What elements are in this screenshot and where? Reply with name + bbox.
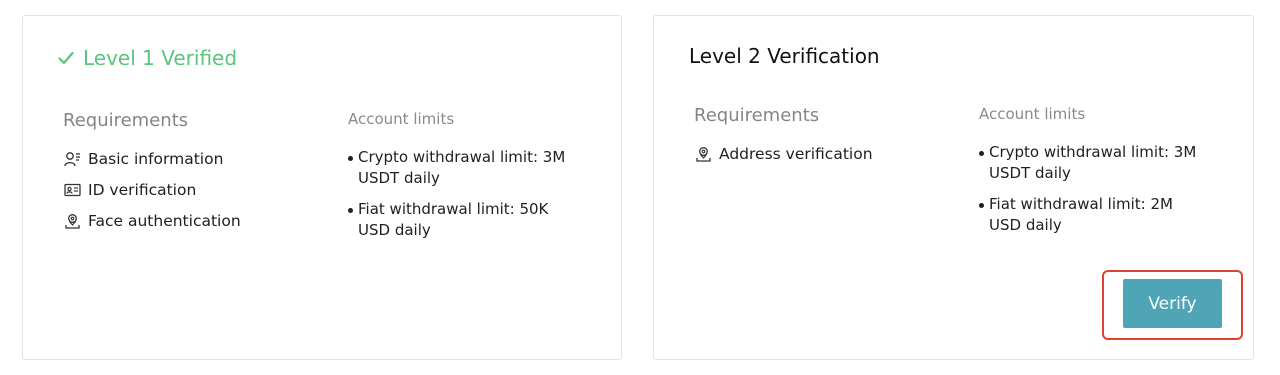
level-1-requirements-heading: Requirements: [63, 110, 189, 131]
level-2-requirements-heading: Requirements: [694, 105, 820, 126]
requirement-address-verification: Address verification: [694, 145, 873, 163]
requirement-face-authentication: Face authentication: [63, 212, 241, 230]
limit-text: Crypto withdrawal limit: 3M USDT daily: [989, 143, 1197, 182]
verify-button[interactable]: Verify: [1123, 279, 1222, 328]
face-location-icon: [63, 213, 81, 229]
level-2-title: Level 2 Verification: [689, 44, 880, 68]
check-icon: [58, 51, 74, 65]
id-card-icon: [63, 182, 81, 198]
level-1-limits-heading: Account limits: [348, 110, 455, 128]
level-2-limit-fiat: Fiat withdrawal limit: 2M USD daily: [979, 194, 1209, 236]
limit-text: Fiat withdrawal limit: 50K USD daily: [358, 200, 549, 239]
limit-text: Crypto withdrawal limit: 3M USDT daily: [358, 148, 566, 187]
requirement-label: Face authentication: [88, 212, 241, 230]
level-1-limit-crypto: Crypto withdrawal limit: 3M USDT daily: [348, 147, 578, 189]
location-pin-icon: [694, 146, 712, 162]
level-2-limits-heading: Account limits: [979, 105, 1086, 123]
level-2-limit-crypto: Crypto withdrawal limit: 3M USDT daily: [979, 142, 1209, 184]
requirement-label: ID verification: [88, 181, 197, 199]
level-1-limit-fiat: Fiat withdrawal limit: 50K USD daily: [348, 199, 578, 241]
user-info-icon: [63, 151, 81, 167]
level-1-title: Level 1 Verified: [58, 46, 237, 70]
requirement-label: Address verification: [719, 145, 873, 163]
requirement-basic-information: Basic information: [63, 150, 223, 168]
level-1-title-text: Level 1 Verified: [83, 46, 238, 70]
requirement-id-verification: ID verification: [63, 181, 196, 199]
limit-text: Fiat withdrawal limit: 2M USD daily: [989, 195, 1173, 234]
requirement-label: Basic information: [88, 150, 224, 168]
